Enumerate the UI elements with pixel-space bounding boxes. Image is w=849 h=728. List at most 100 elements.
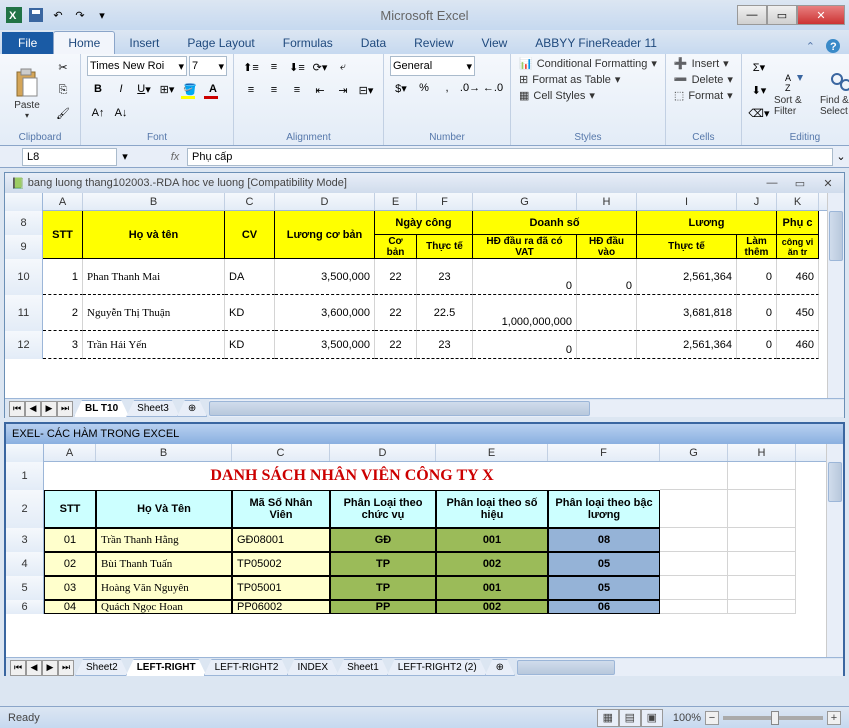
format-painter-button[interactable]: 🖌 [52, 102, 74, 124]
wb2-sheet[interactable]: ABCDEFGH 1 DANH SÁCH NHÂN VIÊN CÔNG TY X… [6, 444, 843, 657]
paste-button[interactable]: Paste▾ [6, 56, 48, 131]
decrease-indent-button[interactable]: ⇤ [309, 79, 331, 101]
format-as-table-button[interactable]: ⊞ Format as Table ▾ [517, 72, 659, 87]
sort-filter-button[interactable]: AZSort & Filter [774, 56, 816, 131]
font-name-combo[interactable]: Times New Roi▾ [87, 56, 187, 76]
wb1-col-C[interactable]: C [225, 193, 275, 210]
name-box-dropdown[interactable]: ▾ [117, 150, 133, 163]
wb2-hscroll[interactable] [517, 659, 843, 676]
wb1-col-F[interactable]: F [417, 193, 473, 210]
insert-cells-button[interactable]: ➕ Insert ▾ [672, 56, 735, 71]
fill-color-button[interactable]: 🪣 [179, 78, 201, 100]
wb1-col-K[interactable]: K [777, 193, 819, 210]
bold-button[interactable]: B [87, 78, 109, 100]
fx-button[interactable]: fx [163, 151, 187, 163]
currency-button[interactable]: $▾ [390, 77, 412, 99]
decrease-decimal-button[interactable]: ←.0 [482, 77, 504, 99]
undo-icon[interactable]: ↶ [48, 5, 68, 25]
wb2-tab-0[interactable]: Sheet2 [75, 659, 129, 676]
fill-button[interactable]: ⬇▾ [748, 79, 770, 101]
formula-expand-icon[interactable]: ⌄ [833, 150, 849, 163]
cut-button[interactable]: ✂ [52, 56, 74, 78]
align-right-button[interactable]: ≡ [286, 79, 308, 101]
wb1-tab-first[interactable]: ⏮ [9, 401, 25, 417]
font-size-combo[interactable]: 7▾ [189, 56, 227, 76]
home-tab[interactable]: Home [53, 31, 115, 54]
excel-icon[interactable]: X [4, 5, 24, 25]
zoom-slider[interactable] [723, 716, 823, 720]
wb1-tab-1[interactable]: Sheet3 [126, 400, 180, 417]
number-format-combo[interactable]: General▾ [390, 56, 475, 76]
page-break-view-button[interactable]: ▣ [641, 709, 663, 727]
align-left-button[interactable]: ≡ [240, 79, 262, 101]
save-icon[interactable] [26, 5, 46, 25]
grow-font-button[interactable]: A↑ [87, 102, 109, 124]
wb1-tab-last[interactable]: ⏭ [57, 401, 73, 417]
increase-indent-button[interactable]: ⇥ [332, 79, 354, 101]
wb2-col-A[interactable]: A [44, 444, 96, 461]
workbook-2-title-bar[interactable]: EXEL- CÁC HÀM TRONG EXCEL [6, 424, 843, 444]
wb1-col-B[interactable]: B [83, 193, 225, 210]
comma-button[interactable]: , [436, 77, 458, 99]
wb1-col-E[interactable]: E [375, 193, 417, 210]
wb2-tab-1[interactable]: LEFT-RIGHT [126, 659, 207, 676]
border-button[interactable]: ⊞▾ [156, 78, 178, 100]
formulas-tab[interactable]: Formulas [269, 32, 347, 54]
wb2-tab-5[interactable]: LEFT-RIGHT2 (2) [387, 659, 488, 676]
view-tab[interactable]: View [468, 32, 522, 54]
help-icon[interactable]: ? [825, 38, 841, 54]
normal-view-button[interactable]: ▦ [597, 709, 619, 727]
wb1-col-D[interactable]: D [275, 193, 375, 210]
formula-input[interactable]: Phụ cấp [187, 148, 833, 166]
page-layout-tab[interactable]: Page Layout [173, 32, 268, 54]
wb2-col-D[interactable]: D [330, 444, 436, 461]
redo-icon[interactable]: ↷ [70, 5, 90, 25]
italic-button[interactable]: I [110, 78, 132, 100]
autosum-button[interactable]: Σ▾ [748, 56, 770, 78]
conditional-formatting-button[interactable]: 📊 Conditional Formatting ▾ [517, 56, 659, 71]
delete-cells-button[interactable]: ➖ Delete ▾ [672, 72, 735, 87]
align-center-button[interactable]: ≡ [263, 79, 285, 101]
wb1-col-H[interactable]: H [577, 193, 637, 210]
wb1-hscroll[interactable] [209, 400, 844, 417]
wb2-tab-3[interactable]: INDEX [287, 659, 340, 676]
wb1-sheet[interactable]: ABCDEFGHIJK 8 STT Họ và tên CV Lương cơ … [5, 193, 844, 398]
abbyy-tab[interactable]: ABBYY FineReader 11 [521, 32, 671, 54]
wb2-col-G[interactable]: G [660, 444, 728, 461]
name-box[interactable]: L8 [22, 148, 117, 166]
font-color-button[interactable]: A [202, 78, 224, 100]
wb2-tab-2[interactable]: LEFT-RIGHT2 [204, 659, 290, 676]
wb2-col-B[interactable]: B [96, 444, 232, 461]
minimize-button[interactable]: — [737, 5, 767, 25]
zoom-out-button[interactable]: − [705, 711, 719, 725]
wb2-tab-prev[interactable]: ◀ [26, 660, 42, 676]
wb1-col-I[interactable]: I [637, 193, 737, 210]
copy-button[interactable]: ⎘ [52, 79, 74, 101]
shrink-font-button[interactable]: A↓ [110, 102, 132, 124]
data-tab[interactable]: Data [347, 32, 400, 54]
percent-button[interactable]: % [413, 77, 435, 99]
wb2-vscroll[interactable] [826, 444, 843, 657]
wb2-col-F[interactable]: F [548, 444, 660, 461]
wb2-col-E[interactable]: E [436, 444, 548, 461]
close-button[interactable]: ✕ [797, 5, 845, 25]
minimize-ribbon-icon[interactable]: ⌃ [806, 40, 815, 53]
wb1-col-A[interactable]: A [43, 193, 83, 210]
orientation-button[interactable]: ⟳▾ [309, 56, 331, 78]
wb1-col-G[interactable]: G [473, 193, 577, 210]
zoom-level[interactable]: 100% [673, 712, 701, 724]
wrap-text-button[interactable]: ⤶ [332, 56, 354, 78]
wb1-tab-prev[interactable]: ◀ [25, 401, 41, 417]
cell-styles-button[interactable]: ▦ Cell Styles ▾ [517, 88, 659, 103]
zoom-in-button[interactable]: + [827, 711, 841, 725]
wb1-minimize-button[interactable]: — [762, 177, 782, 190]
wb2-col-H[interactable]: H [728, 444, 796, 461]
wb1-tab-0[interactable]: BL T10 [74, 400, 129, 417]
wb1-close-button[interactable]: ✕ [818, 177, 838, 190]
wb1-vscroll[interactable] [827, 193, 844, 398]
wb1-col-J[interactable]: J [737, 193, 777, 210]
maximize-button[interactable]: ▭ [767, 5, 797, 25]
format-cells-button[interactable]: ⬚ Format ▾ [672, 88, 735, 103]
wb2-tab-last[interactable]: ⏭ [58, 660, 74, 676]
wb2-new-tab[interactable]: ⊕ [485, 659, 515, 676]
